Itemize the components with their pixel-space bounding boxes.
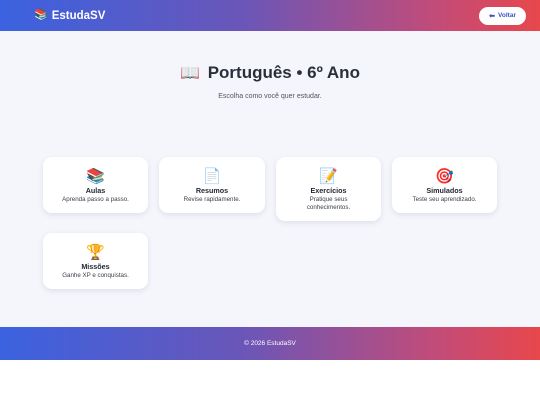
back-button[interactable]: ⬅ Voltar — [479, 6, 526, 25]
card-simulados[interactable]: 🎯 Simulados Teste seu aprendizado. — [392, 157, 497, 213]
card-title: Simulados — [426, 186, 463, 195]
card-title: Exercícios — [310, 186, 347, 195]
card-missoes[interactable]: 🏆 Missões Ganhe XP e conquistas. — [43, 233, 148, 289]
trophy-icon: 🏆 — [86, 244, 105, 261]
page-title-text: Português • 6º Ano — [207, 63, 360, 82]
card-title: Resumos — [195, 186, 229, 195]
card-aulas[interactable]: 📚 Aulas Aprenda passo a passo. — [43, 157, 148, 213]
card-description: Aprenda passo a passo. — [62, 196, 129, 203]
card-description: Pratique seus conhecimentos. — [306, 196, 351, 211]
card-description: Ganhe XP e conquistas. — [62, 272, 129, 279]
card-description: Teste seu aprendizado. — [412, 196, 477, 203]
footer-copyright: © 2026 EstudaSV — [244, 340, 296, 347]
card-title: Missões — [81, 262, 110, 271]
card-title: Aulas — [85, 186, 106, 195]
brand[interactable]: 📚 EstudaSV — [34, 10, 105, 22]
page-subtitle: Escolha como você quer estudar. — [218, 93, 322, 100]
target-icon: 🎯 — [435, 168, 454, 185]
top-header: 📚 EstudaSV ⬅ Voltar — [0, 0, 540, 31]
footer: © 2026 EstudaSV — [0, 327, 540, 360]
page-title: 📖 Português • 6º Ano — [0, 63, 540, 83]
card-description: Revise rapidamente. — [183, 196, 241, 203]
back-button-label: Voltar — [498, 12, 516, 19]
arrow-left-icon: ⬅ — [489, 12, 496, 20]
document-icon: 📄 — [202, 168, 222, 185]
card-resumos[interactable]: 📄 Resumos Revise rapidamente. — [159, 157, 265, 213]
memo-pencil-icon: 📝 — [319, 168, 338, 185]
books-icon: 📚 — [34, 9, 48, 21]
books-icon: 📚 — [86, 168, 105, 185]
open-book-icon: 📖 — [180, 65, 200, 82]
brand-name: EstudaSV — [51, 9, 106, 22]
card-exercicios[interactable]: 📝 Exercícios Pratique seus conhecimentos… — [276, 157, 381, 221]
